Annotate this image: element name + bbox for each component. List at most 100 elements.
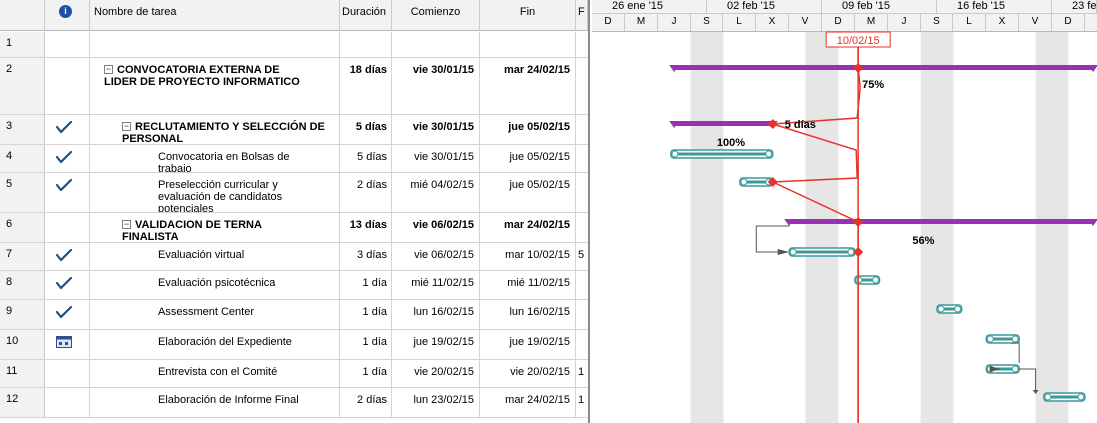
predecessor-cell[interactable] — [576, 145, 588, 172]
start-date-cell[interactable]: mié 11/02/15 — [392, 271, 480, 299]
name-column-header[interactable]: Nombre de tarea — [90, 0, 340, 31]
end-date-cell[interactable]: mar 24/02/15 — [480, 213, 576, 242]
end-date-cell[interactable]: lun 16/02/15 — [480, 300, 576, 329]
task-name-cell[interactable]: Preselección curricular y evaluación de … — [90, 173, 340, 212]
dependency-link — [755, 225, 790, 253]
start-date-cell[interactable]: vie 30/01/15 — [392, 145, 480, 172]
duration-cell[interactable]: 5 días — [340, 115, 392, 144]
start-date-cell[interactable]: lun 16/02/15 — [392, 300, 480, 329]
row-id-cell[interactable]: 2 — [0, 58, 45, 114]
start-date-cell[interactable]: mié 04/02/15 — [392, 173, 480, 212]
percent-complete-label: 100% — [717, 137, 745, 149]
end-date-cell[interactable]: jue 05/02/15 — [480, 173, 576, 212]
row-id-cell[interactable]: 12 — [0, 388, 45, 417]
start-date-cell[interactable]: vie 30/01/15 — [392, 115, 480, 144]
row-id-cell[interactable]: 6 — [0, 213, 45, 242]
duration-cell[interactable]: 2 días — [340, 388, 392, 417]
row-id-cell[interactable]: 5 — [0, 173, 45, 212]
table-row[interactable]: 2 − CONVOCATORIA EXTERNA DE LIDER DE PROYE… — [0, 58, 588, 115]
predecessor-cell[interactable] — [576, 173, 588, 212]
table-row[interactable]: 8 Evaluación psicotécnica 1 día mié 11/02/1… — [0, 271, 588, 300]
end-date-cell[interactable]: jue 19/02/15 — [480, 330, 576, 359]
row-id-cell[interactable]: 3 — [0, 115, 45, 144]
row-id-cell[interactable]: 7 — [0, 243, 45, 270]
table-row[interactable]: 3 − RECLUTAMIENTO Y SELECCIÓN DE PERSONAL 5… — [0, 115, 588, 145]
collapse-toggle-icon[interactable]: − — [122, 122, 131, 131]
predecessor-cell[interactable] — [576, 271, 588, 299]
indicators-column-header[interactable]: i — [45, 0, 90, 31]
start-date-cell[interactable]: lun 23/02/15 — [392, 388, 480, 417]
predecessor-cell[interactable]: 1 — [576, 388, 588, 417]
row-id-cell[interactable]: 4 — [0, 145, 45, 172]
end-date-cell[interactable]: vie 20/02/15 — [480, 360, 576, 387]
start-date-cell[interactable]: vie 06/02/15 — [392, 243, 480, 270]
duration-cell[interactable]: 1 día — [340, 330, 392, 359]
task-name-cell[interactable]: − RECLUTAMIENTO Y SELECCIÓN DE PERSONAL — [90, 115, 340, 144]
row-id-cell[interactable]: 8 — [0, 271, 45, 299]
table-row[interactable]: 10 Elaboración del Expediente 1 día jue 19/… — [0, 330, 588, 360]
predecessor-cell[interactable] — [576, 213, 588, 242]
row-id-cell[interactable]: 10 — [0, 330, 45, 359]
end-date-cell[interactable]: mié 11/02/15 — [480, 271, 576, 299]
start-date-cell[interactable]: vie 06/02/15 — [392, 213, 480, 242]
predecessor-cell[interactable] — [576, 115, 588, 144]
end-column-header[interactable]: Fin — [480, 0, 576, 31]
duration-cell[interactable]: 18 días — [340, 58, 392, 114]
task-name-cell[interactable] — [90, 32, 340, 57]
checkmark-icon — [55, 276, 73, 290]
table-row[interactable]: 6 − VALIDACION DE TERNA FINALISTA 13 días vi… — [0, 213, 588, 243]
task-name-cell[interactable]: − VALIDACION DE TERNA FINALISTA — [90, 213, 340, 242]
task-name-cell[interactable]: Convocatoria en Bolsas de trabajo — [90, 145, 340, 172]
duration-column-header[interactable]: Duración — [340, 0, 392, 31]
table-row[interactable]: 1 — [0, 32, 588, 58]
indicator-cell — [45, 115, 90, 144]
start-date-cell[interactable] — [392, 32, 480, 57]
predecessor-cell[interactable] — [576, 330, 588, 359]
duration-cell[interactable]: 1 día — [340, 300, 392, 329]
row-id-cell[interactable]: 1 — [0, 32, 45, 57]
duration-cell[interactable]: 5 días — [340, 145, 392, 172]
duration-cell[interactable]: 3 días — [340, 243, 392, 270]
start-date-cell[interactable]: vie 30/01/15 — [392, 58, 480, 114]
task-name-cell[interactable]: Evaluación psicotécnica — [90, 271, 340, 299]
table-row[interactable]: 5 Preselección curricular y evaluación de… — [0, 173, 588, 213]
id-column-header[interactable] — [0, 0, 45, 31]
start-date-cell[interactable]: jue 19/02/15 — [392, 330, 480, 359]
task-name-cell[interactable]: Elaboración de Informe Final — [90, 388, 340, 417]
task-name-cell[interactable]: − CONVOCATORIA EXTERNA DE LIDER DE PROYEC… — [90, 58, 340, 114]
table-row[interactable]: 12 Elaboración de Informe Final 2 días lun … — [0, 388, 588, 418]
end-date-cell[interactable]: mar 24/02/15 — [480, 388, 576, 417]
task-name-cell[interactable]: Entrevista con el Comité — [90, 360, 340, 387]
table-row[interactable]: 7 Evaluación virtual 3 días vie 06/02/15 mar… — [0, 243, 588, 271]
task-name-cell[interactable]: Evaluación virtual — [90, 243, 340, 270]
predecessors-column-header[interactable]: F — [576, 0, 588, 31]
predecessor-cell[interactable] — [576, 300, 588, 329]
table-row[interactable]: 9 Assessment Center 1 día lun 16/02/15 lun 1… — [0, 300, 588, 330]
duration-cell[interactable]: 1 día — [340, 360, 392, 387]
task-bar-start-marker — [1044, 393, 1052, 401]
start-column-header[interactable]: Comienzo — [392, 0, 480, 31]
duration-cell[interactable]: 13 días — [340, 213, 392, 242]
row-id-cell[interactable]: 9 — [0, 300, 45, 329]
duration-cell[interactable] — [340, 32, 392, 57]
table-row[interactable]: 4 Convocatoria en Bolsas de trabajo 5 días… — [0, 145, 588, 173]
checkmark-icon — [55, 178, 73, 192]
task-name-cell[interactable]: Assessment Center — [90, 300, 340, 329]
end-date-cell[interactable]: mar 10/02/15 — [480, 243, 576, 270]
end-date-cell[interactable]: mar 24/02/15 — [480, 58, 576, 114]
predecessor-cell[interactable] — [576, 32, 588, 57]
predecessor-cell[interactable]: 1 — [576, 360, 588, 387]
duration-cell[interactable]: 2 días — [340, 173, 392, 212]
table-row[interactable]: 11 Entrevista con el Comité 1 día vie 20/02… — [0, 360, 588, 388]
end-date-cell[interactable] — [480, 32, 576, 57]
collapse-toggle-icon[interactable]: − — [104, 65, 113, 74]
start-date-cell[interactable]: vie 20/02/15 — [392, 360, 480, 387]
predecessor-cell[interactable] — [576, 58, 588, 114]
end-date-cell[interactable]: jue 05/02/15 — [480, 145, 576, 172]
row-id-cell[interactable]: 11 — [0, 360, 45, 387]
predecessor-cell[interactable]: 5 — [576, 243, 588, 270]
duration-cell[interactable]: 1 día — [340, 271, 392, 299]
end-date-cell[interactable]: jue 05/02/15 — [480, 115, 576, 144]
task-name-cell[interactable]: Elaboración del Expediente — [90, 330, 340, 359]
collapse-toggle-icon[interactable]: − — [122, 220, 131, 229]
